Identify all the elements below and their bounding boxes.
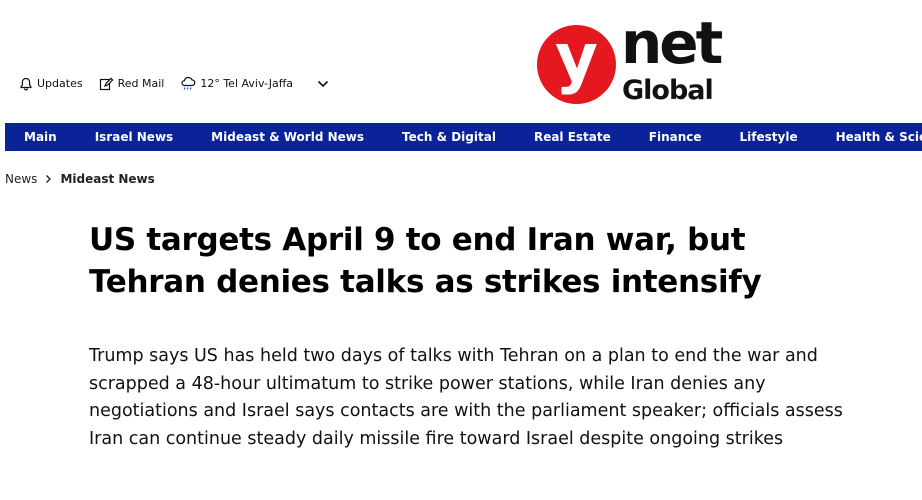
weather-widget[interactable]: 12° Tel Aviv-Jaffa xyxy=(180,76,293,91)
nav-item-real-estate[interactable]: Real Estate xyxy=(515,123,630,151)
weather-dropdown[interactable] xyxy=(317,80,329,88)
breadcrumb-mideast-news[interactable]: Mideast News xyxy=(60,172,154,186)
utility-bar: Updates Red Mail 12° Tel Aviv-Jaffa xyxy=(19,76,329,91)
nav-item-main[interactable]: Main xyxy=(5,123,76,151)
nav-item-israel-news[interactable]: Israel News xyxy=(76,123,192,151)
weather-label: 12° Tel Aviv-Jaffa xyxy=(200,77,294,90)
logo-global: Global xyxy=(622,75,714,106)
nav-item-lifestyle[interactable]: Lifestyle xyxy=(721,123,817,151)
red-mail-label: Red Mail xyxy=(117,77,165,90)
red-mail-link[interactable]: Red Mail xyxy=(99,77,165,91)
rain-cloud-icon xyxy=(181,76,196,90)
bell-icon xyxy=(20,77,32,90)
nav-item-tech-digital[interactable]: Tech & Digital xyxy=(383,123,515,151)
chevron-down-icon xyxy=(317,80,329,87)
updates-link[interactable]: Updates xyxy=(19,77,83,91)
main-nav: Main Israel News Mideast & World News Te… xyxy=(5,123,922,151)
logo-net: net xyxy=(621,9,723,77)
breadcrumb-news[interactable]: News xyxy=(5,172,37,186)
breadcrumb: News Mideast News xyxy=(5,172,155,186)
edit-icon xyxy=(99,77,114,90)
ynet-global-logo[interactable]: y net Global xyxy=(537,12,723,108)
nav-item-finance[interactable]: Finance xyxy=(630,123,721,151)
chevron-right-icon xyxy=(45,174,52,184)
updates-label: Updates xyxy=(37,77,83,90)
nav-item-mideast-world-news[interactable]: Mideast & World News xyxy=(192,123,383,151)
article-title: US targets April 9 to end Iran war, but … xyxy=(89,222,762,300)
article-subtitle: Trump says US has held two days of talks… xyxy=(89,346,843,449)
site-header: Updates Red Mail 12° Tel Aviv-Jaffa y ne… xyxy=(0,0,922,122)
nav-item-health-science[interactable]: Health & Science xyxy=(817,123,922,151)
logo-y: y xyxy=(554,19,599,96)
